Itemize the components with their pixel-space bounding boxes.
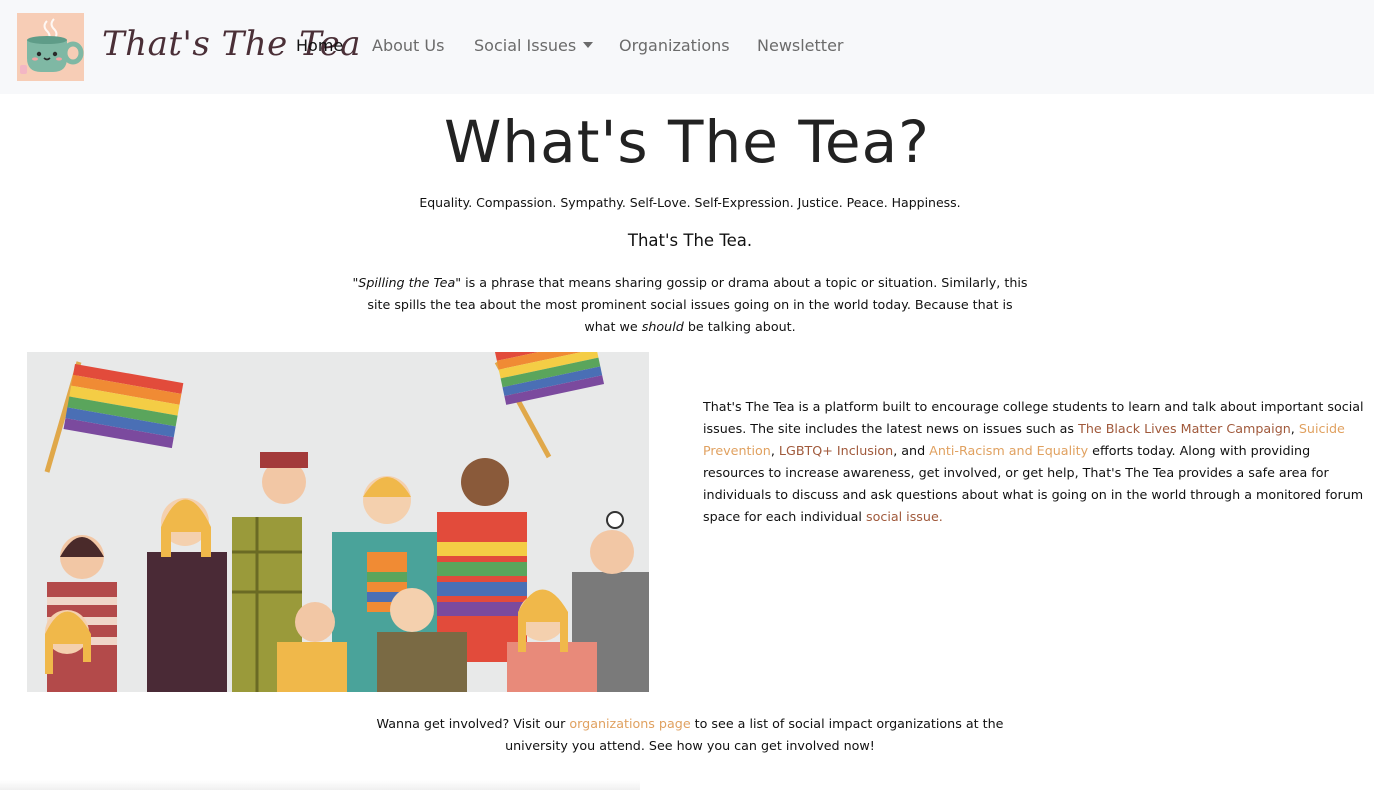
footer-shadow (0, 780, 640, 790)
involve-text-1: Wanna get involved? Visit our (376, 716, 570, 731)
lgbtq-inclusion-link[interactable]: LGBTQ+ Inclusion (779, 443, 893, 458)
intro-paragraph: "Spilling the Tea" is a phrase that mean… (352, 272, 1028, 338)
subtitle: That's The Tea. (627, 231, 753, 250)
nav-about-us[interactable]: About Us (372, 36, 444, 55)
about-sep-2: , (770, 443, 779, 458)
logo[interactable] (17, 13, 84, 81)
anti-racism-link[interactable]: Anti-Racism and Equality (929, 443, 1088, 458)
tagline: Equality. Compassion. Sympathy. Self-Lov… (419, 195, 961, 210)
page-title: What's The Tea? (444, 108, 930, 176)
nav-organizations[interactable]: Organizations (619, 36, 730, 55)
about-paragraph: That's The Tea is a platform built to en… (703, 396, 1371, 528)
intro-emphasis: should (641, 319, 684, 334)
intro-text-2: be talking about. (683, 319, 796, 334)
tea-mug-icon (20, 18, 84, 74)
intro-quote: "Spilling the Tea" (352, 275, 462, 290)
crowd-illustration-graphic (44, 352, 649, 692)
navbar: That's The Tea Home About Us Social Issu… (0, 0, 1374, 94)
crowd-illustration (27, 352, 649, 692)
nav-social-issues-label: Social Issues (474, 36, 577, 55)
nav-social-issues[interactable]: Social Issues (474, 36, 594, 55)
about-sep-1: , (1290, 421, 1299, 436)
blm-link[interactable]: The Black Lives Matter Campaign (1078, 421, 1291, 436)
social-issue-link[interactable]: social issue. (866, 509, 943, 524)
get-involved-paragraph: Wanna get involved? Visit our organizati… (352, 713, 1028, 757)
nav-home[interactable]: Home (296, 36, 343, 55)
organizations-page-link[interactable]: organizations page (569, 716, 690, 731)
caret-down-icon (583, 42, 594, 48)
about-sep-3: , and (893, 443, 930, 458)
nav-newsletter[interactable]: Newsletter (757, 36, 844, 55)
